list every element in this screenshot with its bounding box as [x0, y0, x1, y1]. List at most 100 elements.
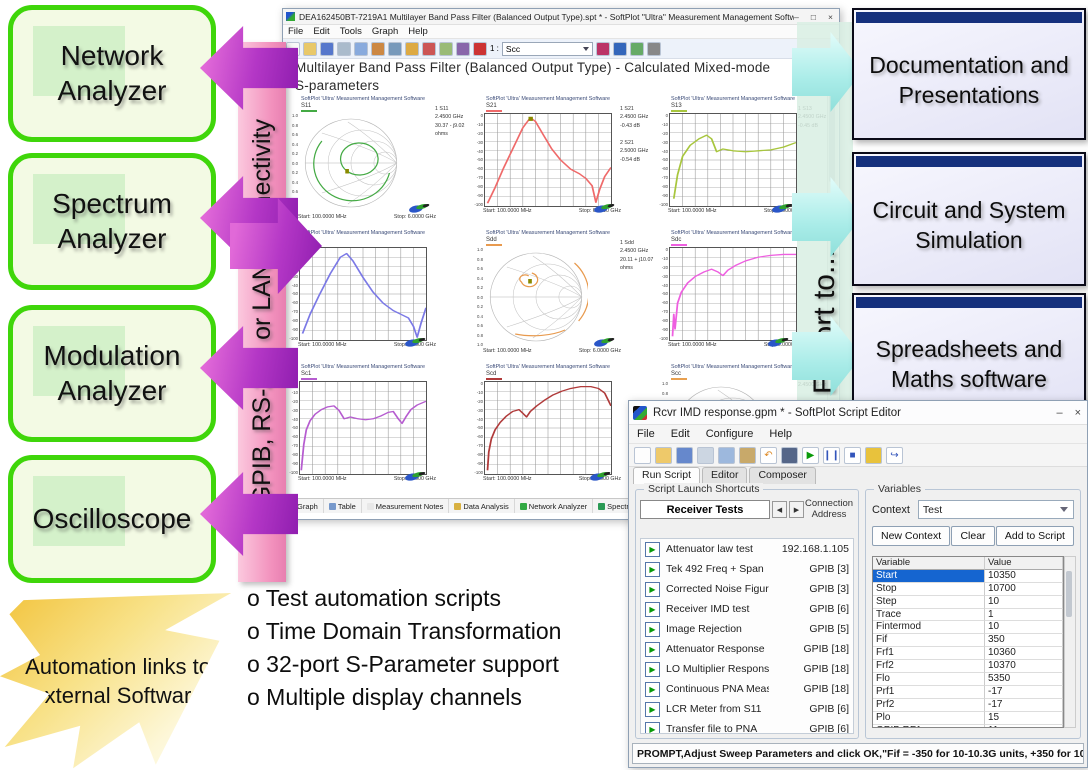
context-select[interactable]: Test	[918, 500, 1074, 519]
grid-icon[interactable]	[439, 42, 453, 56]
copy-icon[interactable]	[354, 42, 368, 56]
undo-icon[interactable]: ↶	[760, 447, 777, 464]
close-icon[interactable]: ×	[1075, 407, 1081, 419]
category-next-icon[interactable]: ▶	[789, 501, 804, 518]
run-script-icon[interactable]: ▶	[645, 722, 660, 735]
shortcut-item[interactable]: ▶Continuous PNA MeasurementsGPIB [18]	[641, 679, 853, 699]
variable-row[interactable]: Step10	[873, 596, 1063, 609]
editor-window-controls[interactable]: –×	[1056, 407, 1081, 419]
save-icon[interactable]	[676, 447, 693, 464]
variable-row[interactable]: Frf210370	[873, 660, 1063, 673]
variable-row[interactable]: Frf110360	[873, 647, 1063, 660]
close-icon[interactable]: ×	[828, 12, 833, 22]
shortcut-category-button[interactable]: Receiver Tests	[640, 500, 770, 519]
add-to-script-button[interactable]: Add to Script	[996, 526, 1074, 546]
variable-row[interactable]: GPIB RF111	[873, 725, 1063, 728]
find-icon[interactable]	[781, 447, 798, 464]
acrobat-icon[interactable]	[473, 42, 487, 56]
menu-help[interactable]: Help	[408, 26, 428, 37]
traces-icon[interactable]	[613, 42, 627, 56]
stop-icon[interactable]: ■	[844, 447, 861, 464]
save-icon[interactable]	[320, 42, 334, 56]
trace-combo[interactable]: Scc	[502, 42, 593, 56]
hand-icon[interactable]	[865, 447, 882, 464]
category-prev-icon[interactable]: ◀	[772, 501, 787, 518]
search-icon[interactable]	[388, 42, 402, 56]
open-icon[interactable]	[655, 447, 672, 464]
run-script-icon[interactable]: ▶	[645, 622, 660, 637]
variable-row[interactable]: Fintermod10	[873, 621, 1063, 634]
timeline-icon[interactable]	[422, 42, 436, 56]
tab-table[interactable]: Table	[324, 499, 362, 513]
shortcut-item[interactable]: ▶Corrected Noise FigureGPIB [3]	[641, 579, 853, 599]
shortcut-item[interactable]: ▶Transfer file to PNAGPIB [6]	[641, 719, 853, 734]
variable-row[interactable]: Start10350	[873, 570, 1063, 583]
new-context-button[interactable]: New Context	[872, 526, 950, 546]
menu-graph[interactable]: Graph	[372, 26, 398, 37]
clear-button[interactable]: Clear	[951, 526, 994, 546]
variable-row[interactable]: Flo5350	[873, 673, 1063, 686]
shortcut-label: Continuous PNA Measurements	[666, 683, 769, 695]
tile-icon[interactable]	[630, 42, 644, 56]
notes-icon[interactable]	[405, 42, 419, 56]
tab-network-analyzer[interactable]: Network Analyzer	[515, 499, 593, 513]
copy-icon[interactable]	[718, 447, 735, 464]
tab-run-script[interactable]: Run Script	[633, 467, 700, 484]
run-script-icon[interactable]: ▶	[645, 642, 660, 657]
shortcut-item[interactable]: ▶LO Multiplier ResponseGPIB [18]	[641, 659, 853, 679]
maximize-icon[interactable]: □	[811, 12, 816, 22]
menu-help[interactable]: Help	[769, 428, 792, 440]
menu-file[interactable]: File	[637, 428, 655, 440]
shortcut-item[interactable]: ▶Attenuator law test192.168.1.105	[641, 539, 853, 559]
tab-composer[interactable]: Composer	[749, 467, 815, 484]
print-icon[interactable]	[337, 42, 351, 56]
exit-icon[interactable]: ↪	[886, 447, 903, 464]
run-script-icon[interactable]: ▶	[645, 662, 660, 677]
feature-bullet: o Multiple display channels	[247, 681, 647, 714]
shortcut-item[interactable]: ▶Receiver IMD testGPIB [6]	[641, 599, 853, 619]
main-window-controls[interactable]: – □ ×	[794, 12, 833, 22]
variable-row[interactable]: Stop10700	[873, 583, 1063, 596]
menu-configure[interactable]: Configure	[706, 428, 754, 440]
refresh-icon[interactable]	[371, 42, 385, 56]
run-script-icon[interactable]: ▶	[645, 682, 660, 697]
instrument-box-label: Oscilloscope	[27, 502, 198, 536]
variable-row[interactable]: Prf1-17	[873, 686, 1063, 699]
run-script-icon[interactable]: ▶	[645, 602, 660, 617]
variables-scrollbar[interactable]	[1064, 556, 1076, 728]
pen-icon[interactable]	[456, 42, 470, 56]
variable-row[interactable]: Plo15	[873, 712, 1063, 725]
run-script-icon[interactable]: ▶	[645, 582, 660, 597]
shortcut-item[interactable]: ▶Tek 492 Freq + SpanGPIB [3]	[641, 559, 853, 579]
variable-row[interactable]: Fif350	[873, 634, 1063, 647]
menu-edit[interactable]: Edit	[671, 428, 690, 440]
new-icon[interactable]	[634, 447, 651, 464]
run-script-icon[interactable]: ▶	[645, 542, 660, 557]
menu-tools[interactable]: Tools	[340, 26, 362, 37]
minimize-icon[interactable]: –	[794, 12, 799, 22]
run-icon[interactable]: ▶	[802, 447, 819, 464]
variables-table[interactable]: VariableValueStart10350Stop10700Step10Tr…	[872, 556, 1064, 728]
editor-title-bar[interactable]: Rcvr IMD response.gpm * - SoftPlot Scrip…	[629, 401, 1087, 425]
shortcut-item[interactable]: ▶LCR Meter from S11GPIB [6]	[641, 699, 853, 719]
tab-editor[interactable]: Editor	[702, 467, 747, 484]
run-script-icon[interactable]: ▶	[645, 562, 660, 577]
menu-file[interactable]: File	[288, 26, 303, 37]
export-box-title-strip	[856, 156, 1082, 167]
shortcut-item[interactable]: ▶Image RejectionGPIB [5]	[641, 619, 853, 639]
tab-data-analysis[interactable]: Data Analysis	[449, 499, 514, 513]
tab-measurement-notes[interactable]: Measurement Notes	[362, 499, 450, 513]
minimize-icon[interactable]: –	[1056, 407, 1062, 419]
run-script-icon[interactable]: ▶	[645, 702, 660, 717]
main-title-bar[interactable]: DEA162450BT-7219A1 Multilayer Band Pass …	[283, 9, 839, 25]
pause-icon[interactable]: ❙❙	[823, 447, 840, 464]
paste-icon[interactable]	[739, 447, 756, 464]
overlay-icon[interactable]	[647, 42, 661, 56]
menu-edit[interactable]: Edit	[313, 26, 329, 37]
variable-row[interactable]: Trace1	[873, 609, 1063, 622]
cut-icon[interactable]	[697, 447, 714, 464]
open-icon[interactable]	[303, 42, 317, 56]
marker-icon[interactable]	[596, 42, 610, 56]
shortcut-item[interactable]: ▶Attenuator ResponseGPIB [18]	[641, 639, 853, 659]
variable-row[interactable]: Prf2-17	[873, 699, 1063, 712]
